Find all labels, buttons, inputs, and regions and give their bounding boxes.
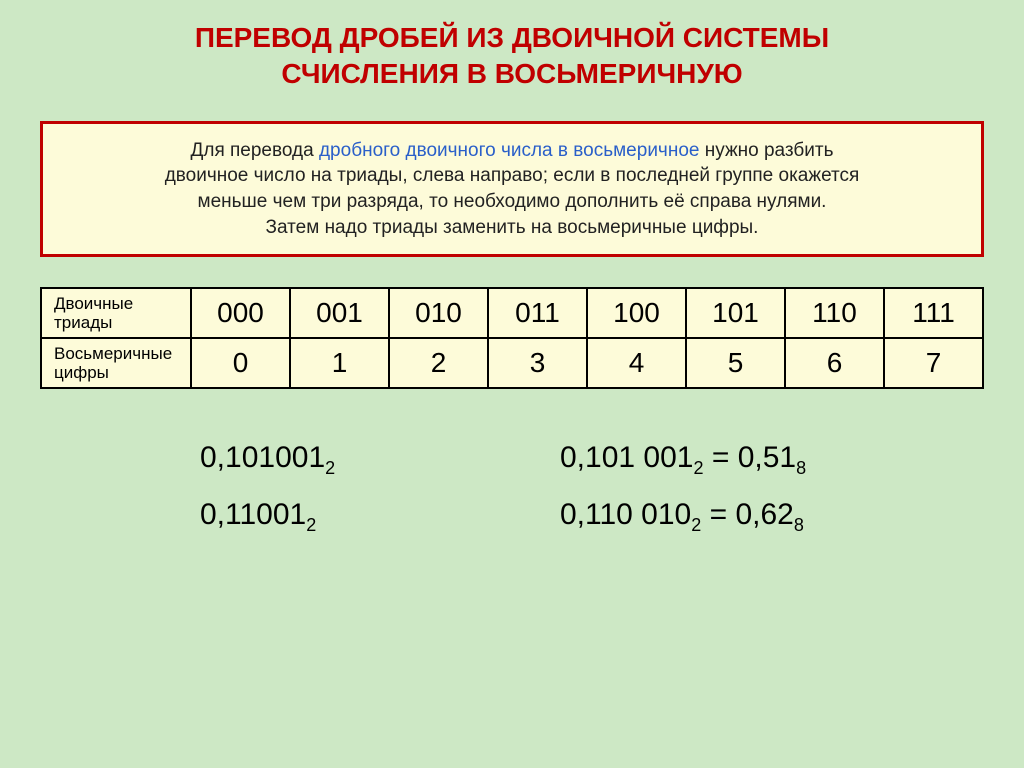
info-p1-post: нужно разбить [699, 140, 833, 161]
example-row-1: 0,1010012 0,101 0012 = 0,518 [200, 429, 984, 486]
triad-table: Двоичные триады 000 001 010 011 100 101 … [40, 287, 984, 389]
cell: 010 [389, 288, 488, 338]
cell: 3 [488, 338, 587, 388]
row1-label: Двоичные триады [41, 288, 191, 338]
cell: 000 [191, 288, 290, 338]
info-p1-pre: Для перевода [190, 140, 318, 161]
cell: 110 [785, 288, 884, 338]
example-a-left: 0,1010012 [200, 429, 460, 486]
cell: 011 [488, 288, 587, 338]
table-row-binary: Двоичные триады 000 001 010 011 100 101 … [41, 288, 983, 338]
cell: 4 [587, 338, 686, 388]
example-b-right: 0,110 0102 = 0,628 [560, 486, 804, 543]
cell: 6 [785, 338, 884, 388]
cell: 2 [389, 338, 488, 388]
example-b-left: 0,110012 [200, 486, 460, 543]
cell: 001 [290, 288, 389, 338]
title-line2: СЧИСЛЕНИЯ В ВОСЬМЕРИЧНУЮ [281, 58, 742, 89]
cell: 100 [587, 288, 686, 338]
example-row-2: 0,110012 0,110 0102 = 0,628 [200, 486, 984, 543]
table-row-octal: Восьмеричные цифры 0 1 2 3 4 5 6 7 [41, 338, 983, 388]
info-p2: двоичное число на триады, слева направо;… [165, 165, 860, 186]
example-a-right: 0,101 0012 = 0,518 [560, 429, 806, 486]
cell: 5 [686, 338, 785, 388]
info-box: Для перевода дробного двоичного числа в … [40, 121, 984, 258]
examples: 0,1010012 0,101 0012 = 0,518 0,110012 0,… [40, 429, 984, 543]
title-line1: ПЕРЕВОД ДРОБЕЙ ИЗ ДВОИЧНОЙ СИСТЕМЫ [195, 22, 829, 53]
cell: 0 [191, 338, 290, 388]
page-title: ПЕРЕВОД ДРОБЕЙ ИЗ ДВОИЧНОЙ СИСТЕМЫ СЧИСЛ… [40, 20, 984, 93]
cell: 1 [290, 338, 389, 388]
info-p1-highlight: дробного двоичного числа в восьмеричное [319, 140, 699, 161]
info-p4: Затем надо триады заменить на восьмеричн… [266, 217, 759, 238]
cell: 111 [884, 288, 983, 338]
cell: 7 [884, 338, 983, 388]
cell: 101 [686, 288, 785, 338]
row2-label: Восьмеричные цифры [41, 338, 191, 388]
info-p3: меньше чем три разряда, то необходимо до… [198, 191, 827, 212]
